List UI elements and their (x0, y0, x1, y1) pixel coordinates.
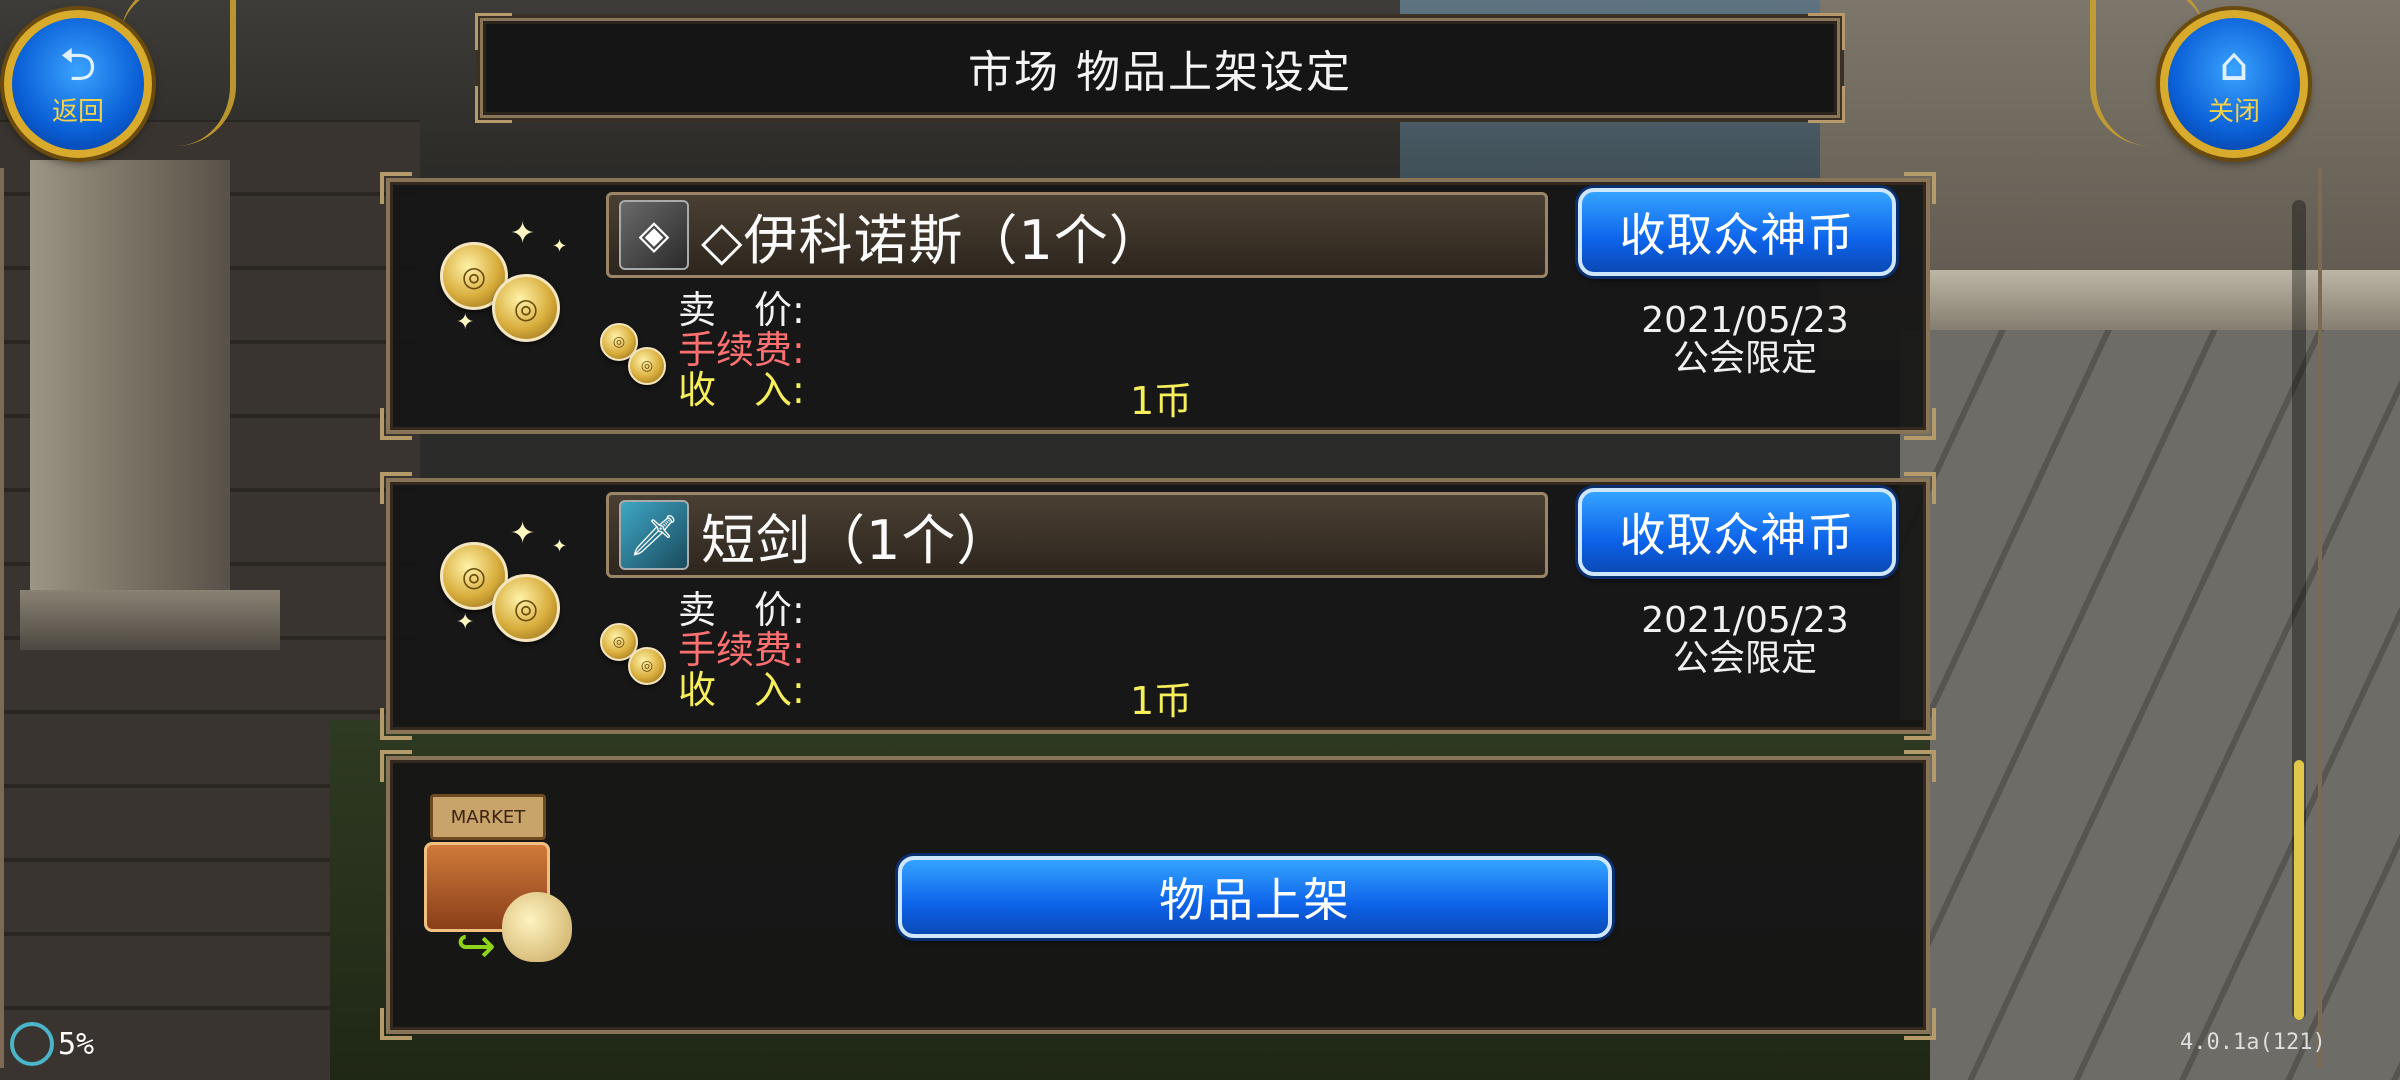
close-button-label: 关闭 (2207, 96, 2260, 127)
frame-corner (1904, 172, 1936, 204)
sparkle-icon: ✦ (456, 310, 475, 335)
market-sign: MARKET (430, 794, 546, 840)
back-arrow-icon: ⮌ (59, 36, 97, 91)
sale-price-label: 卖 价: (678, 288, 805, 332)
income-label: 收 入: (678, 368, 805, 412)
sparkle-icon: ✦ (552, 536, 568, 557)
item-name: 短剑（1个） (701, 508, 1012, 572)
small-coins-icon: ◎ ◎ (600, 317, 670, 387)
item-name: ◇伊科诺斯（1个） (701, 208, 1164, 272)
sale-price-label: 卖 价: (678, 588, 805, 632)
curved-arrow-icon: ↪ (456, 918, 497, 974)
back-button[interactable]: ⮌ 返回 (4, 10, 152, 158)
listing-restriction: 公会限定 (1672, 338, 1817, 379)
sparkle-icon: ✦ (510, 516, 536, 551)
gold-coins-icon: ◎ ◎ ✦ ✦ ✦ (440, 216, 590, 352)
frame-corner (1904, 408, 1936, 440)
frame-corner (380, 1008, 412, 1040)
version-label: 4.0.1a(121) (2180, 1030, 2326, 1055)
coin-icon: ◎ (628, 347, 666, 385)
coin-icon: ◎ (628, 647, 666, 685)
bottom-hud: 5% (10, 1022, 94, 1066)
price-labels: 卖 价: 手续费: 收 入: (678, 290, 805, 410)
price-labels: 卖 价: 手续费: 收 入: (678, 590, 805, 710)
item-name-bar: 🗡 短剑（1个） (606, 492, 1548, 578)
title-bar: 市场 物品上架设定 (475, 13, 1845, 123)
page-title: 市场 物品上架设定 (968, 47, 1352, 98)
frame-corner (1808, 86, 1845, 123)
frame-corner (475, 86, 512, 123)
list-item-button[interactable]: 物品上架 (898, 856, 1612, 938)
money-bag-icon (502, 892, 572, 962)
home-icon: ⌂ (2219, 36, 2249, 91)
listing-date-block: 2021/05/23 公会限定 (1560, 302, 1930, 378)
listing-date-block: 2021/05/23 公会限定 (1560, 602, 1930, 678)
item-name-bar: ◈ ◇伊科诺斯（1个） (606, 192, 1548, 278)
frame-corner (475, 13, 512, 50)
coin-icon: ◎ (492, 574, 560, 642)
progress-percent: 5% (58, 1026, 95, 1062)
sparkle-icon: ✦ (552, 236, 568, 257)
frame-corner (1904, 708, 1936, 740)
dagger-icon: 🗡 (619, 500, 689, 570)
fee-label: 手续费: (678, 628, 805, 672)
close-button[interactable]: ⌂ 关闭 (2160, 10, 2308, 158)
listing-date: 2021/05/23 (1641, 600, 1849, 641)
listing-restriction: 公会限定 (1672, 638, 1817, 679)
listing-card: ◎ ◎ ✦ ✦ ✦ 🗡 短剑（1个） 收取众神币 ◎ ◎ 卖 价: 手续费: 收… (380, 472, 1936, 740)
frame-corner (1904, 472, 1936, 504)
listing-date: 2021/05/23 (1641, 300, 1849, 341)
list-item-card: MARKET ↪ 物品上架 (380, 750, 1936, 1040)
listing-card: ◎ ◎ ✦ ✦ ✦ ◈ ◇伊科诺斯（1个） 收取众神币 ◎ ◎ 卖 价: 手续费… (380, 172, 1936, 440)
crystal-shard-icon: ◈ (619, 200, 689, 270)
frame-corner (380, 408, 412, 440)
collect-coins-button[interactable]: 收取众神币 (1578, 188, 1896, 276)
back-button-label: 返回 (51, 96, 104, 127)
coin-icon: ◎ (492, 274, 560, 342)
frame-corner (1904, 1008, 1936, 1040)
scrollbar-thumb[interactable] (2294, 760, 2304, 1020)
frame-corner (1904, 750, 1936, 782)
collect-coins-button[interactable]: 收取众神币 (1578, 488, 1896, 576)
sparkle-icon: ✦ (456, 610, 475, 635)
market-chest-icon: MARKET ↪ (416, 788, 586, 974)
income-value: 1币 (1130, 379, 1193, 423)
sparkle-icon: ✦ (510, 216, 536, 251)
frame-corner (380, 708, 412, 740)
frame-corner (380, 172, 412, 204)
fee-label: 手续费: (678, 328, 805, 372)
frame-corner (380, 472, 412, 504)
small-coins-icon: ◎ ◎ (600, 617, 670, 687)
income-label: 收 入: (678, 668, 805, 712)
gold-coins-icon: ◎ ◎ ✦ ✦ ✦ (440, 516, 590, 652)
frame-corner (1808, 13, 1845, 50)
frame-corner (380, 750, 412, 782)
loading-ring-icon (10, 1022, 54, 1066)
income-value: 1币 (1130, 679, 1193, 723)
